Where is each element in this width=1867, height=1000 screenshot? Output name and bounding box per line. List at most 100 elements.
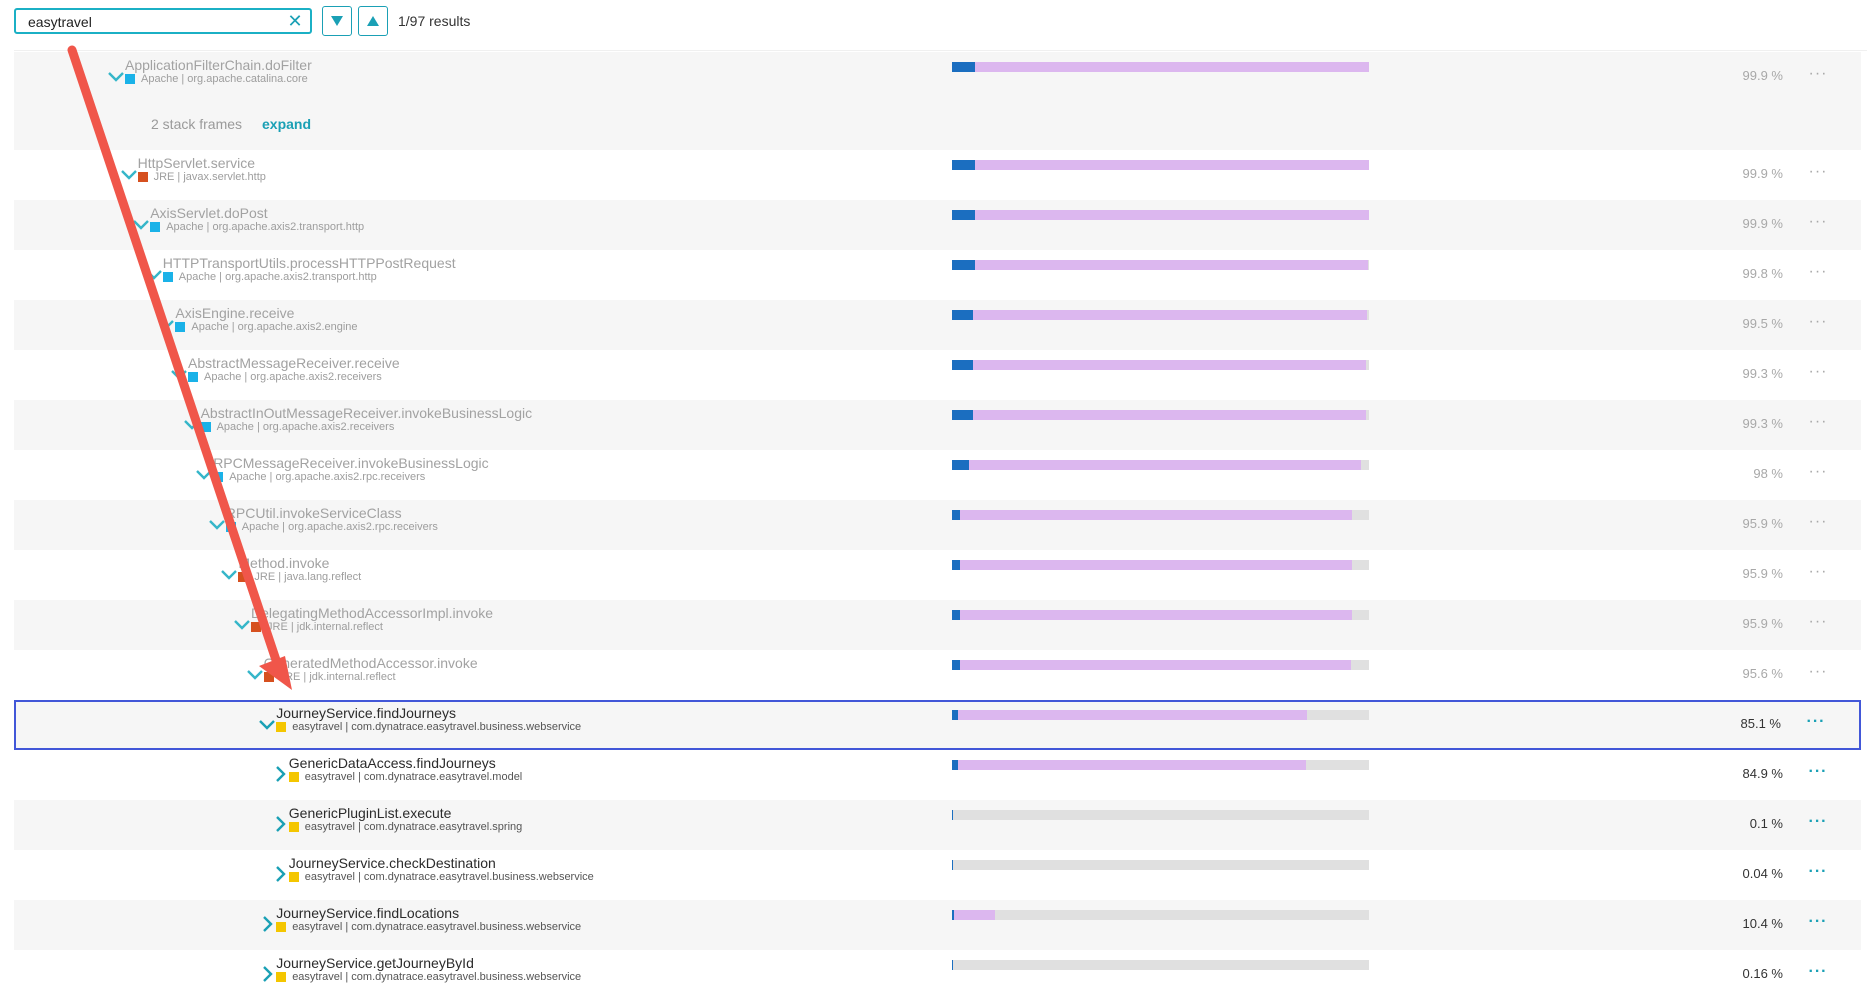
execution-bar bbox=[952, 460, 1369, 470]
bar-self-fill bbox=[952, 910, 954, 920]
bar-total-fill bbox=[952, 760, 1306, 770]
execution-bar bbox=[952, 560, 1369, 570]
tree-row[interactable]: ApplicationFilterChain.doFilter Apache | … bbox=[14, 52, 1861, 102]
easytravel-type-icon bbox=[288, 772, 299, 782]
tree-row[interactable]: AxisServlet.doPost Apache | org.apache.ax… bbox=[14, 200, 1861, 250]
more-options-icon[interactable]: ··· bbox=[1805, 862, 1831, 882]
more-options-icon[interactable]: ··· bbox=[1805, 64, 1831, 84]
more-options-icon[interactable]: ··· bbox=[1805, 962, 1831, 982]
tree-row[interactable]: JourneyService.getJourneyById easytravel … bbox=[14, 950, 1861, 1000]
execution-bar bbox=[952, 260, 1369, 270]
tree-row[interactable]: JourneyService.findLocations easytravel |… bbox=[14, 900, 1861, 950]
method-package: JRE | java.lang.reflect bbox=[254, 571, 362, 583]
execution-bar bbox=[952, 160, 1369, 170]
chevron-right-icon[interactable] bbox=[257, 964, 277, 984]
method-name: JourneyService.findJourneys bbox=[276, 705, 456, 721]
tree-row-selected[interactable]: JourneyService.findJourneys easytravel | … bbox=[14, 700, 1861, 750]
chevron-right-icon[interactable] bbox=[270, 864, 290, 884]
chevron-right-icon[interactable] bbox=[257, 914, 277, 934]
method-origin: Apache | org.apache.catalina.core bbox=[125, 73, 308, 85]
tree-row[interactable]: AbstractMessageReceiver.receive Apache | … bbox=[14, 350, 1861, 400]
chevron-down-icon[interactable] bbox=[232, 614, 252, 634]
chevron-right-icon[interactable] bbox=[270, 764, 290, 784]
easytravel-type-icon bbox=[288, 822, 299, 832]
execution-bar bbox=[952, 860, 1369, 870]
method-name: JourneyService.findLocations bbox=[276, 905, 460, 921]
clear-search-icon[interactable]: ✕ bbox=[286, 11, 304, 31]
more-options-icon[interactable]: ··· bbox=[1805, 412, 1831, 432]
more-options-icon[interactable]: ··· bbox=[1805, 562, 1831, 582]
more-options-icon[interactable]: ··· bbox=[1805, 462, 1831, 482]
chevron-down-icon[interactable] bbox=[119, 164, 139, 184]
tree-row[interactable]: RPCMessageReceiver.invokeBusinessLogic Ap… bbox=[14, 450, 1861, 500]
more-options-icon[interactable]: ··· bbox=[1805, 762, 1831, 782]
chevron-down-icon[interactable] bbox=[131, 214, 151, 234]
chevron-down-icon[interactable] bbox=[156, 314, 176, 334]
tree-row[interactable]: RPCUtil.invokeServiceClass Apache | org.a… bbox=[14, 500, 1861, 550]
execution-bar bbox=[952, 62, 1369, 72]
search-input[interactable] bbox=[26, 12, 285, 32]
chevron-down-icon[interactable] bbox=[257, 714, 277, 734]
method-package: Apache | org.apache.axis2.receivers bbox=[204, 371, 382, 383]
toolbar-divider bbox=[14, 50, 1867, 51]
chevron-down-icon[interactable] bbox=[219, 564, 239, 584]
bar-self-fill bbox=[952, 160, 975, 170]
more-options-icon[interactable]: ··· bbox=[1805, 912, 1831, 932]
tree-row[interactable]: AbstractInOutMessageReceiver.invokeBusin… bbox=[14, 400, 1861, 450]
more-options-icon[interactable]: ··· bbox=[1803, 712, 1829, 732]
collapsed-frames-label: 2 stack frames bbox=[151, 116, 243, 132]
apache-type-icon bbox=[225, 522, 236, 532]
more-options-icon[interactable]: ··· bbox=[1805, 812, 1831, 832]
chevron-right-icon[interactable] bbox=[270, 814, 290, 834]
method-name: HTTPTransportUtils.processHTTPPostReques… bbox=[162, 255, 456, 271]
method-name: AxisServlet.doPost bbox=[150, 205, 268, 221]
tree-row[interactable]: HttpServlet.service JRE | javax.servlet.h… bbox=[14, 150, 1861, 200]
method-name: JourneyService.checkDestination bbox=[288, 855, 496, 871]
search-results-count: 1/97 results bbox=[398, 13, 471, 29]
tree-row[interactable]: DelegatingMethodAccessorImpl.invoke JRE |… bbox=[14, 600, 1861, 650]
more-options-icon[interactable]: ··· bbox=[1805, 512, 1831, 532]
method-package: Apache | org.apache.axis2.transport.http bbox=[178, 271, 377, 283]
percentage-value: 95.9 % bbox=[1742, 516, 1783, 531]
chevron-down-icon[interactable] bbox=[194, 464, 214, 484]
tree-row[interactable]: AxisEngine.receive Apache | org.apache.ax… bbox=[14, 300, 1861, 350]
method-origin: Apache | org.apache.axis2.receivers bbox=[200, 421, 395, 433]
more-options-icon[interactable]: ··· bbox=[1805, 262, 1831, 282]
chevron-down-icon[interactable] bbox=[106, 66, 126, 86]
apache-type-icon bbox=[213, 472, 224, 482]
tree-row[interactable]: GenericPluginList.execute easytravel | co… bbox=[14, 800, 1861, 850]
more-options-icon[interactable]: ··· bbox=[1805, 362, 1831, 382]
method-package: Apache | org.apache.axis2.receivers bbox=[216, 421, 395, 433]
jre-type-icon bbox=[251, 622, 261, 632]
chevron-down-icon[interactable] bbox=[144, 264, 164, 284]
more-options-icon[interactable]: ··· bbox=[1805, 662, 1831, 682]
tree-row[interactable]: HTTPTransportUtils.processHTTPPostReques… bbox=[14, 250, 1861, 300]
previous-result-button[interactable] bbox=[358, 6, 388, 36]
method-origin: Apache | org.apache.axis2.rpc.receivers bbox=[225, 521, 438, 533]
chevron-down-icon[interactable] bbox=[169, 364, 189, 384]
next-result-button[interactable] bbox=[322, 6, 352, 36]
tree-row[interactable]: Method.invoke JRE | java.lang.reflect 95.9… bbox=[14, 550, 1861, 600]
bar-total-fill bbox=[952, 210, 1369, 220]
chevron-down-icon[interactable] bbox=[245, 664, 265, 684]
method-package: JRE | javax.servlet.http bbox=[153, 171, 266, 183]
method-package: Apache | org.apache.axis2.engine bbox=[191, 321, 358, 333]
tree-row[interactable]: GenericDataAccess.findJourneys easytravel… bbox=[14, 750, 1861, 800]
bar-self-fill bbox=[952, 760, 958, 770]
more-options-icon[interactable]: ··· bbox=[1805, 162, 1831, 182]
method-package: easytravel | com.dynatrace.easytravel.bu… bbox=[292, 721, 582, 733]
tree-row[interactable]: JourneyService.checkDestination easytrave… bbox=[14, 850, 1861, 900]
chevron-down-icon[interactable] bbox=[207, 514, 227, 534]
search-box[interactable]: ✕ bbox=[14, 8, 312, 34]
chevron-down-icon[interactable] bbox=[182, 414, 202, 434]
more-options-icon[interactable]: ··· bbox=[1805, 312, 1831, 332]
tree-row[interactable]: GeneratedMethodAccessor.invoke JRE | jdk.… bbox=[14, 650, 1861, 700]
percentage-value: 0.04 % bbox=[1742, 866, 1783, 881]
percentage-value: 99.3 % bbox=[1742, 366, 1783, 381]
method-origin: Apache | org.apache.axis2.engine bbox=[175, 321, 358, 333]
more-options-icon[interactable]: ··· bbox=[1805, 612, 1831, 632]
percentage-value: 98 % bbox=[1753, 466, 1783, 481]
more-options-icon[interactable]: ··· bbox=[1805, 212, 1831, 232]
percentage-value: 84.9 % bbox=[1742, 766, 1783, 781]
expand-frames-link[interactable]: expand bbox=[262, 116, 311, 132]
